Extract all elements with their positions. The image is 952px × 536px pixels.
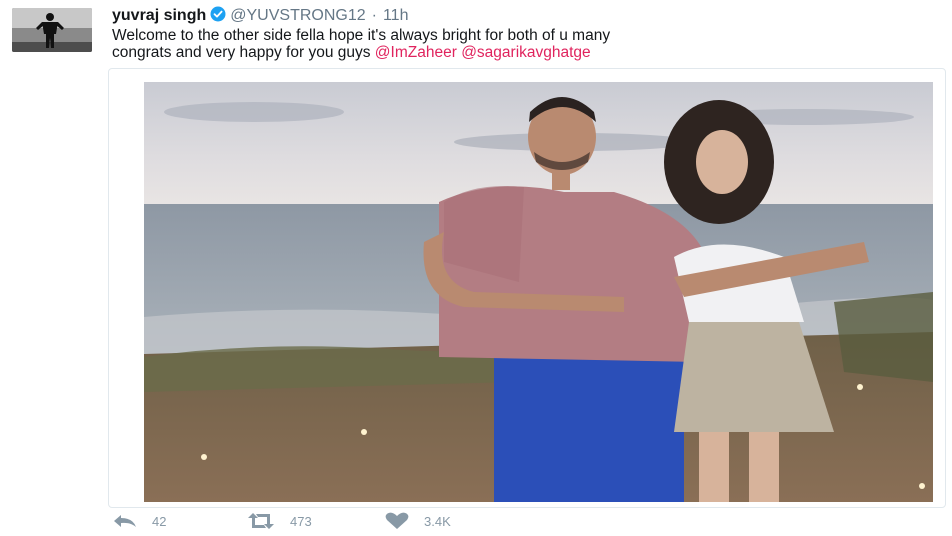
tweet-text-line2-body: congrats and very happy for you guys bbox=[112, 44, 371, 61]
tweet-photo[interactable] bbox=[144, 82, 933, 502]
tweet-timestamp[interactable]: 11h bbox=[383, 7, 409, 24]
author-name[interactable]: yuvraj singh bbox=[112, 7, 206, 24]
tweet-text-line2: congrats and very happy for you guys @Im… bbox=[112, 44, 912, 61]
reply-count: 42 bbox=[152, 513, 167, 529]
like-action[interactable]: 3.4K bbox=[384, 510, 451, 532]
separator-dot: · bbox=[371, 7, 377, 24]
retweet-icon[interactable] bbox=[246, 512, 276, 530]
tweet-text-line1: Welcome to the other side fella hope it'… bbox=[112, 27, 611, 44]
tweet-header: yuvraj singh @YUVSTRONG12 · 11h bbox=[112, 6, 408, 28]
reply-action[interactable]: 42 bbox=[112, 510, 166, 532]
retweet-count: 473 bbox=[290, 513, 312, 529]
mention-link[interactable]: @sagarikavghatge bbox=[461, 44, 590, 61]
reply-icon[interactable] bbox=[112, 513, 138, 529]
like-count: 3.4K bbox=[424, 513, 451, 529]
retweet-action[interactable]: 473 bbox=[246, 510, 312, 532]
author-handle[interactable]: @YUVSTRONG12 bbox=[230, 7, 365, 24]
tweet-text: Welcome to the other side fella hope it'… bbox=[112, 27, 912, 61]
like-icon[interactable] bbox=[384, 512, 410, 530]
verified-badge-icon bbox=[210, 6, 226, 26]
mention-link[interactable]: @ImZaheer bbox=[375, 44, 457, 61]
author-avatar[interactable] bbox=[12, 8, 92, 52]
